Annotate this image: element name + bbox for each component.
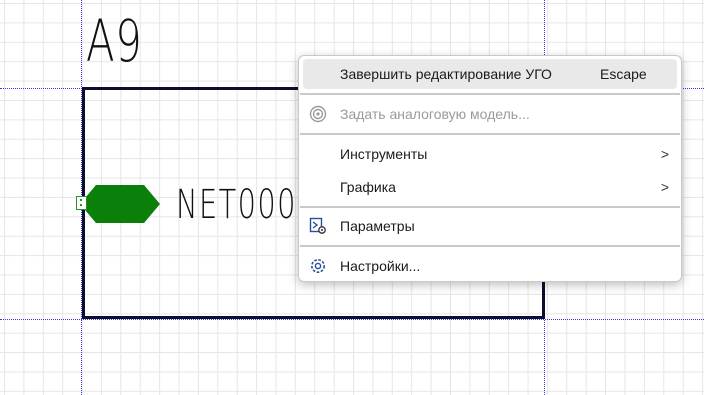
- menu-item-set-analog-model[interactable]: Задать аналоговую модель...: [303, 99, 677, 129]
- menu-item-settings[interactable]: Настройки...: [303, 251, 677, 281]
- menu-separator: [300, 245, 680, 247]
- menu-item-label: Графика: [340, 179, 396, 195]
- chevron-right-icon: >: [660, 146, 669, 162]
- chevron-right-icon: >: [660, 179, 669, 195]
- menu-item-label: Параметры: [340, 218, 415, 234]
- menu-item-finish-editing[interactable]: Завершить редактирование УГО Escape: [303, 59, 677, 89]
- pin-connection-marker[interactable]: [76, 196, 87, 210]
- menu-item-label: Настройки...: [340, 258, 421, 274]
- menu-separator: [300, 206, 680, 208]
- menu-item-parameters[interactable]: Параметры: [303, 211, 677, 241]
- menu-item-graphics[interactable]: Графика >: [303, 172, 677, 202]
- gear-icon: [309, 257, 327, 275]
- menu-item-label: Инструменты: [340, 146, 428, 162]
- horizontal-guide-line: [0, 319, 704, 320]
- menu-item-label: Завершить редактирование УГО: [340, 66, 552, 82]
- net-port-shape[interactable]: [78, 183, 162, 225]
- menu-item-tools[interactable]: Инструменты >: [303, 139, 677, 169]
- parameters-icon: [309, 217, 327, 235]
- net-label-text[interactable]: NET0003: [176, 182, 317, 228]
- analog-model-icon: [309, 105, 327, 123]
- menu-item-label: Задать аналоговую модель...: [340, 106, 530, 122]
- menu-separator: [300, 133, 680, 135]
- component-designator[interactable]: A9: [86, 10, 143, 72]
- menu-separator: [300, 93, 680, 95]
- context-menu: Завершить редактирование УГО Escape Зада…: [298, 55, 682, 282]
- menu-item-shortcut: Escape: [600, 66, 647, 82]
